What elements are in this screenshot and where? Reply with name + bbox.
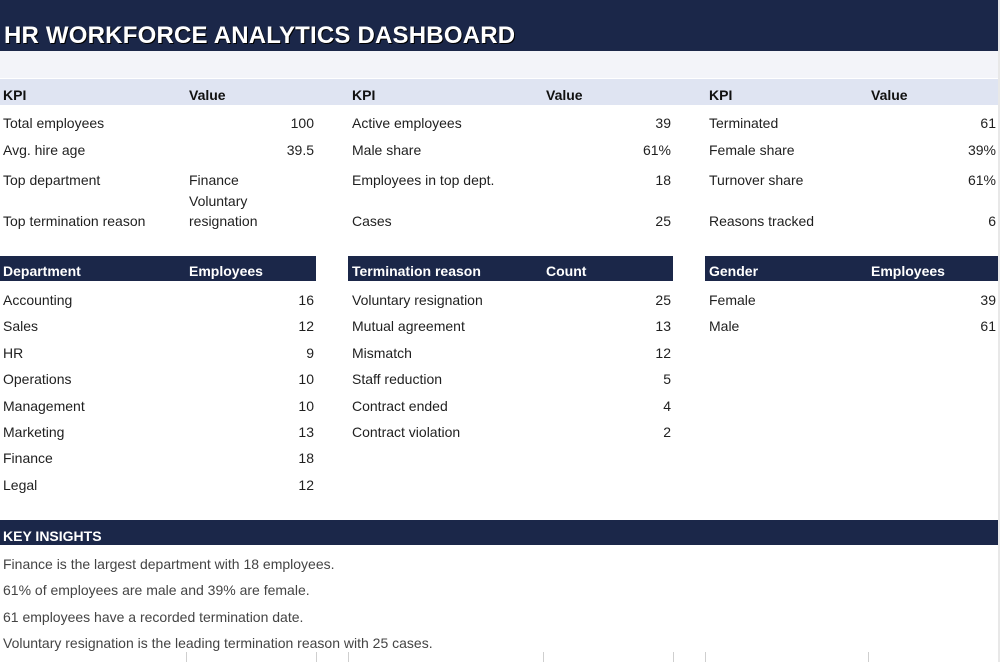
kpi-label: Top department [3, 172, 101, 188]
table-row-value: 12 [298, 318, 314, 334]
kpi-label: Cases [352, 213, 392, 229]
table-row-label: Legal [3, 477, 38, 493]
table-row-label: Voluntary resignation [352, 292, 483, 308]
gridline [868, 652, 869, 662]
table-row-value: 18 [298, 450, 314, 466]
table-row-value: 61 [980, 318, 996, 334]
table-row-label: Male [709, 318, 740, 334]
table-row-value: 4 [663, 398, 671, 414]
kpi-label: Employees in top dept. [352, 172, 495, 188]
table-row-value: 25 [655, 292, 671, 308]
kpi-col1-value-header: Value [189, 87, 226, 103]
table-row-label: Contract ended [352, 398, 448, 414]
table-row-value: 13 [298, 424, 314, 440]
gender-column-header: Gender [709, 263, 759, 279]
dashboard-title-bar: HR WORKFORCE ANALYTICS DASHBOARD [0, 0, 998, 51]
kpi-label: Reasons tracked [709, 213, 815, 229]
table-row-label: Mismatch [352, 345, 412, 361]
key-insights-panel: Finance is the largest department with 1… [0, 545, 998, 662]
dashboard-title: HR WORKFORCE ANALYTICS DASHBOARD [4, 22, 516, 49]
key-insights-header: KEY INSIGHTS [0, 520, 998, 545]
department-column-header: Department [3, 263, 81, 279]
kpi-value: 18 [655, 172, 671, 188]
table-row-value: 16 [298, 292, 314, 308]
gridline [348, 652, 349, 662]
termination-reason-column-header: Termination reason [352, 263, 481, 279]
table-row-value: 9 [306, 345, 314, 361]
table-row-label: Mutual agreement [352, 318, 465, 334]
table-row-label: Finance [3, 450, 53, 466]
table-row-label: Marketing [3, 424, 65, 440]
table-row-label: Operations [3, 371, 72, 387]
insight-line: Voluntary resignation is the leading ter… [3, 635, 433, 651]
termination-table-header: Termination reason Count [348, 256, 673, 281]
table-row-value: 12 [655, 345, 671, 361]
kpi-label: Terminated [709, 115, 779, 131]
kpi-value-line1: Voluntary [189, 193, 248, 209]
table-row-value: 2 [663, 424, 671, 440]
table-row-value: 5 [663, 371, 671, 387]
kpi-value: 25 [655, 213, 671, 229]
table-row-label: Staff reduction [352, 371, 443, 387]
kpi-value: Finance [189, 172, 239, 188]
kpi-header-row: KPI Value KPI Value KPI Value [0, 79, 998, 105]
kpi-value: 39% [967, 142, 996, 158]
kpi-label: Female share [709, 142, 795, 158]
key-insights-title: KEY INSIGHTS [3, 528, 102, 544]
gender-employees-column-header: Employees [871, 263, 945, 279]
kpi-value-line2: resignation [189, 213, 258, 229]
count-column-header: Count [546, 263, 587, 279]
kpi-value: 61 [980, 115, 996, 131]
kpi-value: 6 [988, 213, 996, 229]
kpi-col3-value-header: Value [871, 87, 908, 103]
kpi-value: 61% [642, 142, 671, 158]
gridline [673, 652, 674, 662]
table-row-label: Management [3, 398, 85, 414]
table-row-label: Sales [3, 318, 39, 334]
gender-table-header: Gender Employees [705, 256, 998, 281]
kpi-value: 61% [967, 172, 996, 188]
spacer-row [0, 51, 998, 78]
gridline [543, 652, 544, 662]
kpi-value: 39.5 [286, 142, 314, 158]
kpi-label: Male share [352, 142, 422, 158]
kpi-label: Avg. hire age [3, 142, 86, 158]
gridline [705, 652, 706, 662]
kpi-value: 39 [655, 115, 671, 131]
table-row-value: 13 [655, 318, 671, 334]
kpi-label: Turnover share [709, 172, 804, 188]
gridline [186, 652, 187, 662]
table-row-label: Accounting [3, 292, 73, 308]
insight-line: Finance is the largest department with 1… [3, 556, 335, 572]
table-row-value: 39 [980, 292, 996, 308]
kpi-value: 100 [290, 115, 314, 131]
table-row-value: 10 [298, 398, 314, 414]
table-row-label: Female [709, 292, 756, 308]
kpi-label: Active employees [352, 115, 462, 131]
kpi-col1-header: KPI [3, 87, 27, 103]
department-table-header: Department Employees [0, 256, 316, 281]
employees-column-header: Employees [189, 263, 263, 279]
table-row-value: 12 [298, 477, 314, 493]
insight-line: 61% of employees are male and 39% are fe… [3, 582, 310, 598]
table-row-value: 10 [298, 371, 314, 387]
insight-line: 61 employees have a recorded termination… [3, 609, 304, 625]
gridline [316, 652, 317, 662]
kpi-label: Total employees [3, 115, 105, 131]
table-row-label: HR [3, 345, 24, 361]
table-row-label: Contract violation [352, 424, 461, 440]
kpi-label: Top termination reason [3, 213, 146, 229]
kpi-col2-value-header: Value [546, 87, 583, 103]
kpi-col3-header: KPI [709, 87, 733, 103]
kpi-col2-header: KPI [352, 87, 376, 103]
